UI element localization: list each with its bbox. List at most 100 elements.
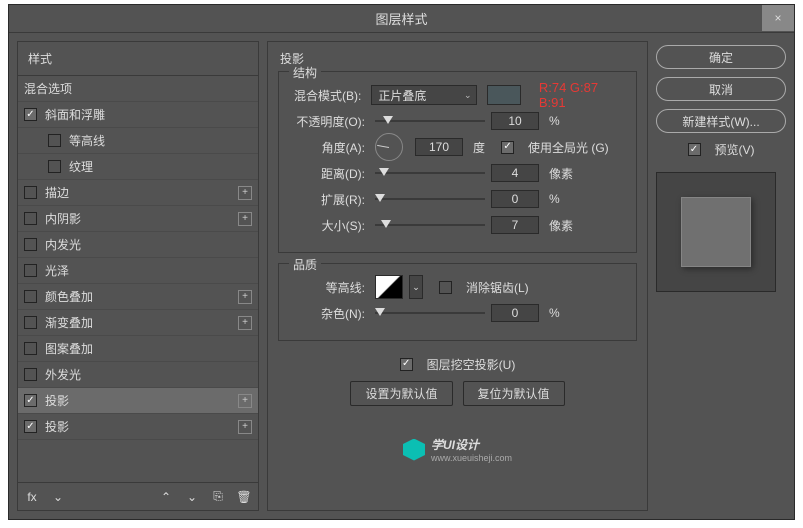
size-slider[interactable] xyxy=(375,218,485,232)
close-icon: × xyxy=(774,11,781,25)
style-row-1[interactable]: 等高线 xyxy=(18,128,258,154)
knockout-checkbox[interactable] xyxy=(400,358,413,371)
logo-sub: www.xueuisheji.com xyxy=(431,453,512,463)
style-label: 外发光 xyxy=(45,366,81,383)
rgb-readout: R:74 G:87 B:91 xyxy=(539,80,624,110)
move-down-icon[interactable]: ⌄ xyxy=(184,489,200,505)
logo-icon xyxy=(403,439,425,461)
blend-options-label: 混合选项 xyxy=(24,80,72,97)
distance-slider[interactable] xyxy=(375,166,485,180)
watermark: 学UI设计 www.xueuisheji.com xyxy=(278,436,637,463)
style-row-9[interactable]: 图案叠加 xyxy=(18,336,258,362)
style-checkbox[interactable] xyxy=(24,316,37,329)
add-effect-button[interactable]: + xyxy=(238,290,252,304)
global-light-label: 使用全局光 (G) xyxy=(528,139,609,156)
style-row-8[interactable]: 渐变叠加+ xyxy=(18,310,258,336)
style-checkbox[interactable] xyxy=(24,342,37,355)
style-row-6[interactable]: 光泽 xyxy=(18,258,258,284)
opacity-slider[interactable] xyxy=(375,114,485,128)
trash-icon[interactable]: 🗑 xyxy=(236,489,252,505)
style-checkbox[interactable] xyxy=(24,290,37,303)
style-checkbox[interactable] xyxy=(24,368,37,381)
add-effect-button[interactable]: + xyxy=(238,316,252,330)
style-label: 内发光 xyxy=(45,236,81,253)
titlebar: 图层样式 × xyxy=(9,5,794,33)
add-effect-button[interactable]: + xyxy=(238,394,252,408)
style-checkbox[interactable] xyxy=(24,186,37,199)
style-label: 斜面和浮雕 xyxy=(45,106,105,123)
contour-picker[interactable] xyxy=(375,275,403,299)
style-checkbox[interactable] xyxy=(24,264,37,277)
opacity-unit: % xyxy=(549,114,560,128)
style-label: 投影 xyxy=(45,418,69,435)
angle-input[interactable]: 170 xyxy=(415,138,463,156)
angle-dial[interactable] xyxy=(375,133,403,161)
style-row-7[interactable]: 颜色叠加+ xyxy=(18,284,258,310)
style-checkbox[interactable] xyxy=(24,108,37,121)
color-swatch[interactable] xyxy=(487,85,521,105)
style-checkbox[interactable] xyxy=(24,238,37,251)
antialias-checkbox[interactable] xyxy=(439,281,452,294)
close-button[interactable]: × xyxy=(762,5,794,31)
add-effect-button[interactable]: + xyxy=(238,212,252,226)
preview-checkbox[interactable] xyxy=(688,143,701,156)
move-up-icon[interactable]: ⌃ xyxy=(158,489,174,505)
add-effect-button[interactable]: + xyxy=(238,420,252,434)
blend-mode-select[interactable]: 正片叠底⌄ xyxy=(371,85,476,105)
cancel-button[interactable]: 取消 xyxy=(656,77,786,101)
size-label: 大小(S): xyxy=(291,217,365,234)
opacity-input[interactable]: 10 xyxy=(491,112,539,130)
angle-unit: 度 xyxy=(473,139,485,156)
style-label: 内阴影 xyxy=(45,210,81,227)
style-row-12[interactable]: 投影 + xyxy=(18,414,258,440)
style-checkbox[interactable] xyxy=(24,212,37,225)
style-label: 光泽 xyxy=(45,262,69,279)
chevron-down-icon[interactable]: ⌄ xyxy=(50,489,66,505)
style-row-10[interactable]: 外发光 xyxy=(18,362,258,388)
knockout-label: 图层挖空投影(U) xyxy=(427,356,516,373)
distance-input[interactable]: 4 xyxy=(491,164,539,182)
style-checkbox[interactable] xyxy=(48,134,61,147)
styles-header: 样式 xyxy=(18,42,258,76)
new-style-button[interactable]: 新建样式(W)... xyxy=(656,109,786,133)
blend-options-row[interactable]: 混合选项 xyxy=(18,76,258,102)
distance-label: 距离(D): xyxy=(291,165,365,182)
style-row-0[interactable]: 斜面和浮雕 xyxy=(18,102,258,128)
copy-icon[interactable]: ⎘ xyxy=(210,489,226,505)
fx-icon[interactable]: fx xyxy=(24,489,40,505)
structure-fieldset: 结构 混合模式(B): 正片叠底⌄ R:74 G:87 B:91 不透明度(O)… xyxy=(278,71,637,253)
style-row-4[interactable]: 内阴影 + xyxy=(18,206,258,232)
preview-box xyxy=(656,172,776,292)
ok-button[interactable]: 确定 xyxy=(656,45,786,69)
style-checkbox[interactable] xyxy=(24,420,37,433)
chevron-down-icon: ⌄ xyxy=(464,90,472,101)
add-effect-button[interactable]: + xyxy=(238,186,252,200)
style-row-5[interactable]: 内发光 xyxy=(18,232,258,258)
section-title: 投影 xyxy=(280,50,637,67)
contour-dropdown[interactable]: ⌄ xyxy=(409,275,423,299)
style-row-3[interactable]: 描边 + xyxy=(18,180,258,206)
style-label: 描边 xyxy=(45,184,69,201)
style-row-11[interactable]: 投影+ xyxy=(18,388,258,414)
set-default-button[interactable]: 设置为默认值 xyxy=(350,381,452,406)
noise-input[interactable]: 0 xyxy=(491,304,539,322)
global-light-checkbox[interactable] xyxy=(501,141,514,154)
antialias-label: 消除锯齿(L) xyxy=(466,279,529,296)
size-input[interactable]: 7 xyxy=(491,216,539,234)
style-checkbox[interactable] xyxy=(24,394,37,407)
styles-bottom-bar: fx ⌄ ⌃ ⌄ ⎘ 🗑 xyxy=(17,483,259,511)
reset-default-button[interactable]: 复位为默认值 xyxy=(463,381,565,406)
spread-slider[interactable] xyxy=(375,192,485,206)
noise-unit: % xyxy=(549,306,560,320)
style-row-2[interactable]: 纹理 xyxy=(18,154,258,180)
style-label: 纹理 xyxy=(69,158,93,175)
noise-slider[interactable] xyxy=(375,306,485,320)
quality-fieldset: 品质 等高线: ⌄ 消除锯齿(L) 杂色(N): 0 % xyxy=(278,263,637,341)
style-checkbox[interactable] xyxy=(48,160,61,173)
blend-mode-label: 混合模式(B): xyxy=(291,87,361,104)
spread-input[interactable]: 0 xyxy=(491,190,539,208)
spread-unit: % xyxy=(549,192,560,206)
quality-legend: 品质 xyxy=(289,256,321,273)
settings-panel: 投影 结构 混合模式(B): 正片叠底⌄ R:74 G:87 B:91 不透明度… xyxy=(267,41,648,511)
spread-label: 扩展(R): xyxy=(291,191,365,208)
